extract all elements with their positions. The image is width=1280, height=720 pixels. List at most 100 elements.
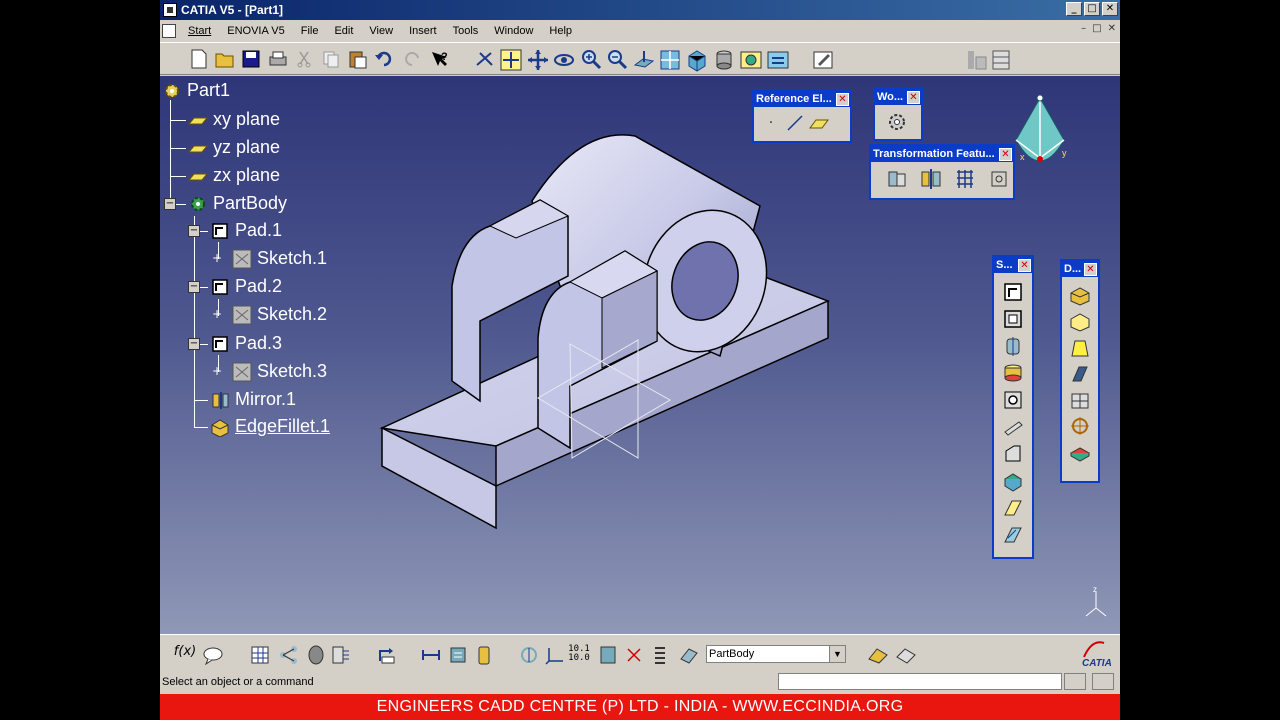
collapse-pad2-icon[interactable]: − (188, 281, 200, 293)
sketcher-icon[interactable] (812, 48, 836, 72)
measure-icon[interactable] (250, 645, 270, 665)
status-button-b[interactable] (1092, 673, 1114, 690)
menu-window[interactable]: Window (486, 25, 541, 37)
swap-space-icon[interactable] (767, 49, 789, 71)
catalog-icon[interactable] (474, 643, 494, 667)
body-icon[interactable] (598, 645, 618, 665)
rib-icon[interactable] (1002, 416, 1024, 438)
shaft-icon[interactable] (1002, 335, 1024, 357)
pocket-icon[interactable] (1002, 308, 1024, 330)
status-button-a[interactable] (1064, 673, 1086, 690)
compass[interactable]: x y (1010, 94, 1074, 184)
snap-grid-icon[interactable]: 10.1 10.0 (568, 643, 590, 665)
tree-item-pad-3[interactable]: Pad.3 (210, 333, 282, 354)
tree-item-xy-plane[interactable]: xy plane (188, 109, 280, 130)
constraint-icon[interactable] (420, 645, 442, 665)
doc-minimize-button[interactable]: – (1081, 23, 1086, 34)
constraint-dialog-icon[interactable] (448, 645, 470, 665)
removed-multi-section-icon[interactable] (1002, 524, 1024, 546)
chamfer-icon[interactable] (1069, 311, 1091, 333)
doc-close-button[interactable]: ✕ (1108, 23, 1116, 34)
tree-item-sketch-1[interactable]: Sketch.1 (232, 248, 327, 269)
collapse-pad3-icon[interactable]: − (188, 338, 200, 350)
rotate-axis-icon[interactable] (518, 645, 540, 665)
thread-icon[interactable] (1069, 415, 1091, 437)
maximize-button[interactable]: □ (1084, 2, 1100, 16)
tree-item-pad-1[interactable]: Pad.1 (210, 220, 282, 241)
list-icon[interactable] (652, 645, 668, 665)
red-axis-icon[interactable] (624, 645, 646, 665)
cut-icon[interactable] (295, 50, 313, 68)
redo-icon[interactable] (402, 50, 424, 68)
axis-system-icon[interactable] (544, 645, 566, 665)
plane-icon[interactable] (808, 112, 830, 134)
close-icon[interactable]: ✕ (1018, 258, 1031, 272)
expand-sketch1-icon[interactable]: + (212, 252, 224, 264)
part-design-workbench-icon[interactable] (885, 110, 909, 134)
normal-view-icon[interactable] (633, 49, 655, 71)
workbench-toolbar-title[interactable]: Wo... ✕ (875, 89, 921, 105)
hide-show-icon[interactable] (740, 49, 762, 71)
translation-icon[interactable] (885, 168, 909, 190)
rect-pattern-icon[interactable] (953, 168, 977, 190)
new-file-icon[interactable] (190, 49, 208, 69)
tree-item-sketch-3[interactable]: Sketch.3 (232, 361, 327, 382)
slot-icon[interactable] (1002, 443, 1024, 465)
document-icon[interactable] (162, 23, 176, 38)
menu-edit[interactable]: Edit (326, 25, 361, 37)
catia-app-icon[interactable] (163, 3, 177, 17)
point-icon[interactable]: · (760, 112, 782, 134)
formula-icon[interactable]: f(x) (174, 640, 196, 662)
menu-enovia[interactable]: ENOVIA V5 (219, 25, 292, 37)
tree-item-pad-2[interactable]: Pad.2 (210, 276, 282, 297)
close-icon[interactable]: ✕ (1084, 262, 1097, 276)
menu-help[interactable]: Help (541, 25, 580, 37)
tree-item-edgefillet-1[interactable]: EdgeFillet.1 (210, 416, 330, 437)
line-icon[interactable] (784, 112, 806, 134)
stiffener-icon[interactable] (1002, 470, 1024, 492)
fly-mode-icon[interactable] (474, 49, 496, 69)
collapse-partbody-icon[interactable]: − (164, 198, 176, 210)
command-input[interactable] (778, 673, 1062, 690)
groove-icon[interactable] (1002, 362, 1024, 384)
multi-section-icon[interactable] (1002, 497, 1024, 519)
paste-icon[interactable] (348, 49, 368, 69)
pan-icon[interactable] (527, 49, 549, 71)
tree-item-mirror-1[interactable]: Mirror.1 (210, 389, 296, 410)
menu-view[interactable]: View (361, 25, 401, 37)
close-icon[interactable]: ✕ (907, 90, 920, 104)
draft-icon[interactable] (1069, 337, 1091, 359)
tree-item-sketch-2[interactable]: Sketch.2 (232, 304, 327, 325)
tree-item-zx-plane[interactable]: zx plane (188, 165, 280, 186)
doc-restore-button[interactable]: □ (1092, 23, 1101, 34)
menu-start[interactable]: Start (180, 25, 219, 37)
save-icon[interactable] (242, 50, 260, 68)
sketch-based-toolbar-title[interactable]: S... ✕ (994, 257, 1032, 273)
menu-tools[interactable]: Tools (445, 25, 487, 37)
close-icon[interactable]: ✕ (836, 92, 849, 106)
reference-toolbar-title[interactable]: Reference El... ✕ (754, 91, 850, 107)
shell-icon[interactable] (1069, 363, 1091, 385)
remove-face-icon[interactable] (1069, 441, 1091, 463)
comment-icon[interactable] (202, 645, 224, 665)
tree-item-yz-plane[interactable]: yz plane (188, 137, 280, 158)
material-icon[interactable] (306, 645, 326, 665)
zoom-in-icon[interactable] (580, 48, 602, 70)
thickness-icon[interactable] (1069, 389, 1091, 411)
workbench-b-icon[interactable] (990, 49, 1012, 71)
structure-icon[interactable] (278, 645, 300, 665)
analysis-b-icon[interactable] (894, 643, 918, 665)
minimize-button[interactable]: _ (1066, 2, 1082, 16)
analysis-a-icon[interactable] (866, 643, 890, 665)
transformation-toolbar-title[interactable]: Transformation Featu... ✕ (871, 146, 1013, 162)
dress-up-toolbar-title[interactable]: D... ✕ (1062, 261, 1098, 277)
fit-all-icon[interactable] (500, 49, 522, 71)
multi-view-icon[interactable] (659, 49, 681, 71)
instantiate-icon[interactable] (330, 645, 352, 665)
edge-fillet-icon[interactable] (1069, 285, 1091, 307)
iso-view-icon[interactable] (685, 48, 709, 72)
pad-icon[interactable] (1002, 281, 1024, 303)
expand-sketch3-icon[interactable]: + (212, 365, 224, 377)
tree-root-part1[interactable]: Part1 (162, 80, 230, 101)
update-icon[interactable] (376, 645, 398, 665)
